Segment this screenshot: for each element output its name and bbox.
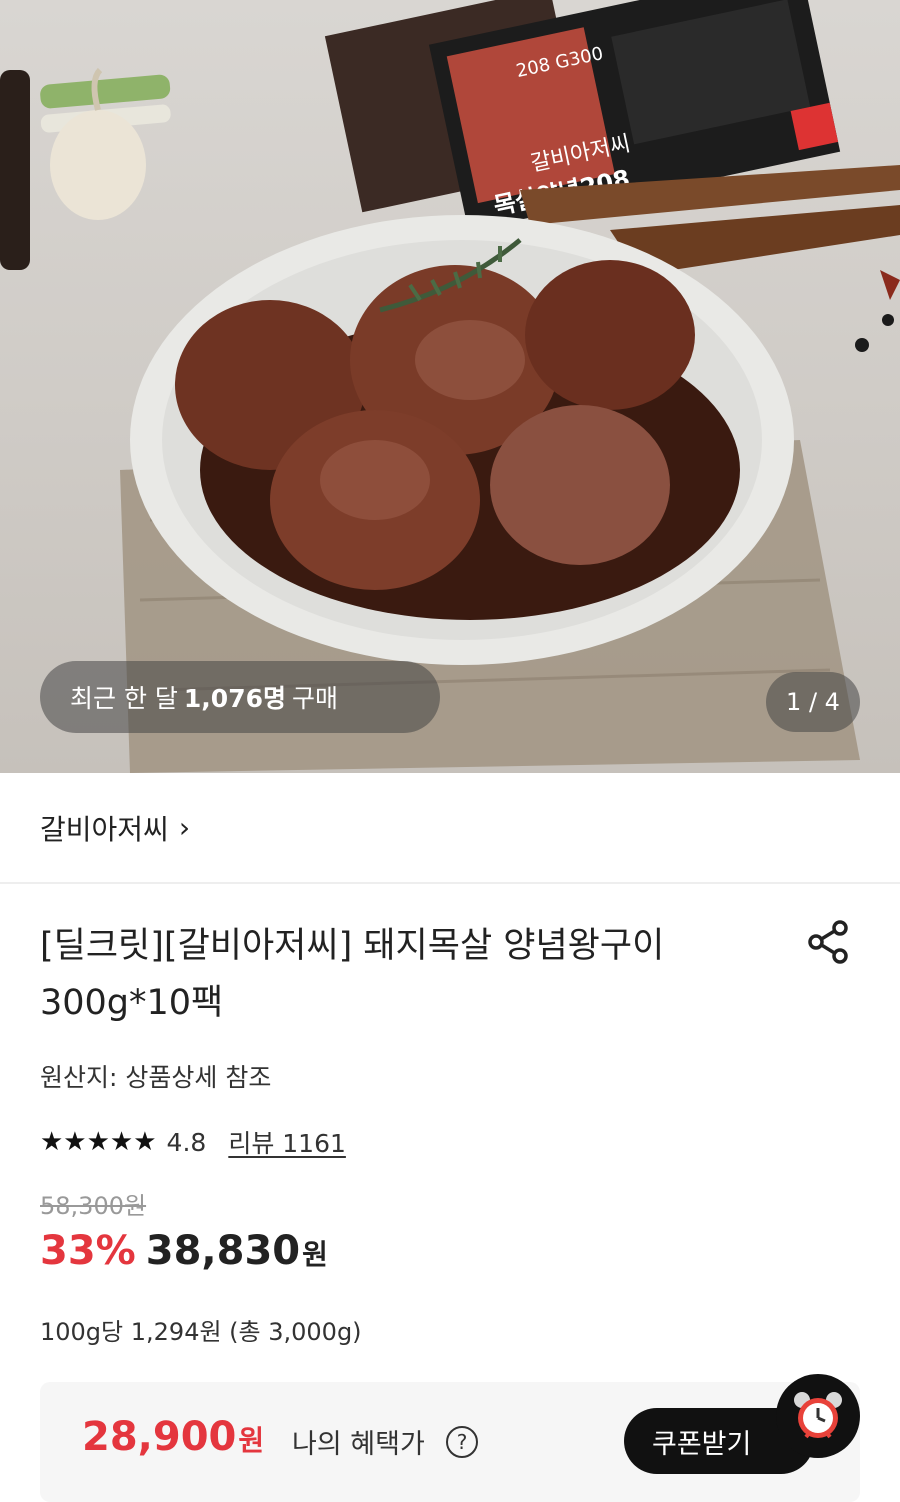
recent-buyers-badge: 최근 한 달 1,076명 구매 (40, 661, 440, 733)
image-counter: 1 / 4 (766, 672, 860, 732)
buyers-count: 1,076명 (183, 684, 286, 713)
origin-info: 원산지: 상품상세 참조 (40, 1063, 272, 1092)
benefit-label: 나의 혜택가 (292, 1429, 425, 1460)
rating-value: 4.8 (166, 1127, 207, 1157)
sale-price: 38,830 (145, 1228, 301, 1274)
product-image-carousel[interactable]: 갈비아저씨 목살양념208 208 G300 최근 한 달 1,076명 (0, 0, 900, 773)
sale-price-unit: 원 (302, 1238, 328, 1271)
product-title-line1: [딜크릿][갈비아저씨] 돼지목살 양념왕구이 (40, 926, 665, 966)
coupon-button-label: 쿠폰받기 (652, 1428, 752, 1460)
share-icon[interactable] (802, 916, 854, 968)
rating-row: ★★★★★ 4.8 리뷰 1161 (40, 1122, 346, 1162)
benefit-unit: 원 (238, 1424, 265, 1457)
unit-price: 100g당 1,294원 (총 3,000g) (40, 1318, 362, 1346)
brand-name: 갈비아저씨 (40, 812, 169, 846)
product-title: [딜크릿][갈비아저씨] 돼지목살 양념왕구이 300g*10팩 (40, 918, 760, 1032)
product-title-line2: 300g*10팩 (40, 983, 224, 1023)
chevron-right-icon: › (178, 811, 191, 844)
benefit-price: 28,900 원 (82, 1414, 264, 1460)
discount-rate: 33% (40, 1228, 136, 1274)
benefit-amount: 28,900 (82, 1414, 237, 1460)
brand-link[interactable]: 갈비아저씨 › (0, 773, 900, 884)
star-icon: ★★★★★ (40, 1127, 157, 1157)
price-row: 33% 38,830 원 (40, 1228, 328, 1274)
buyers-suffix: 구매 (291, 684, 338, 713)
help-icon[interactable]: ? (446, 1426, 478, 1458)
alarm-clock-icon (776, 1374, 860, 1458)
buyers-prefix: 최근 한 달 (70, 684, 178, 713)
review-link[interactable]: 리뷰 1161 (228, 1124, 346, 1160)
product-photo: 갈비아저씨 목살양념208 208 G300 (0, 0, 900, 773)
original-price: 58,300원 (40, 1192, 147, 1220)
